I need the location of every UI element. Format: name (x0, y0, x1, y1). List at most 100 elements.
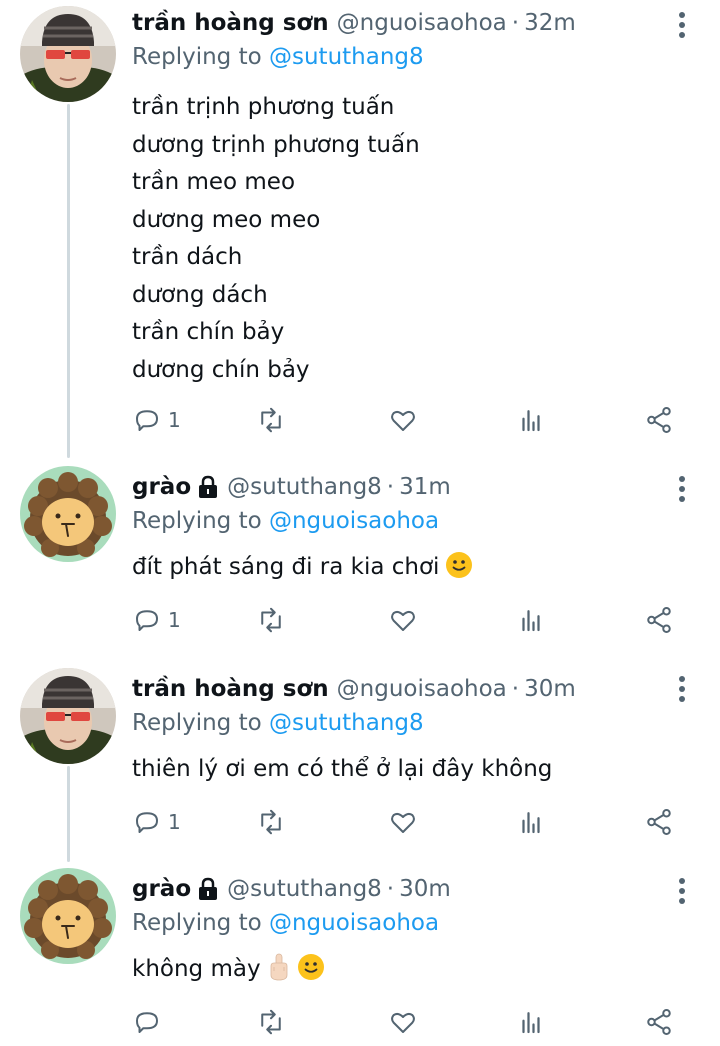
avatar[interactable] (20, 868, 116, 964)
timestamp[interactable]: 30m (524, 674, 576, 704)
like-button[interactable] (388, 604, 418, 636)
avatar[interactable] (20, 6, 116, 102)
tweet-text: đít phát sáng đi ra kia chơi (132, 549, 680, 587)
tweet[interactable]: grào @sututhang8 · 31m Replying to @nguo… (0, 458, 720, 658)
display-name[interactable]: trần hoàng sơn (132, 8, 329, 38)
tweet-text-content: không mày (132, 956, 261, 982)
tweet-text-line: trần meo meo (132, 169, 296, 195)
separator-dot: · (386, 876, 395, 902)
tweet-text-line: dương chín bảy (132, 356, 310, 383)
share-button[interactable] (644, 1006, 674, 1038)
replying-to: Replying to @sututhang8 (132, 708, 680, 738)
tweet[interactable]: trần hoàng sơn @nguoisaohoa · 32m Replyi… (0, 0, 720, 458)
retweet-icon (261, 607, 281, 633)
share-button[interactable] (644, 404, 674, 436)
views-button[interactable] (516, 806, 546, 838)
heart-icon (391, 610, 415, 631)
reply-count: 1 (168, 408, 181, 432)
reply-button[interactable]: 1 (132, 806, 181, 838)
lion-avatar-image (20, 466, 116, 562)
replying-prefix: Replying to (132, 710, 262, 736)
retweet-button[interactable] (256, 604, 286, 636)
share-button[interactable] (644, 604, 674, 636)
lock-icon (199, 877, 218, 900)
tweet-text: không mày (132, 951, 680, 989)
timestamp[interactable]: 31m (399, 472, 451, 502)
display-name[interactable]: grào (132, 874, 191, 904)
lock-icon (199, 475, 218, 498)
tweet-text-line: thiên lý ơi em có thể ở lại đây không (132, 756, 553, 782)
tweet-text-line: trần trịnh phương tuấn (132, 94, 395, 120)
views-button[interactable] (516, 604, 546, 636)
like-button[interactable] (388, 1006, 418, 1038)
user-handle[interactable]: @sututhang8 (227, 472, 382, 502)
reply-button[interactable]: 1 (132, 604, 181, 636)
user-handle[interactable]: @nguoisaohoa (337, 8, 507, 38)
retweet-icon (261, 407, 281, 433)
lion-avatar-image (20, 868, 116, 964)
middle-finger-emoji (270, 953, 287, 981)
reply-icon (136, 410, 158, 431)
user-handle[interactable]: @sututhang8 (227, 874, 382, 904)
reply-button[interactable]: 1 (132, 404, 181, 436)
slightly-smiling-face-emoji (297, 954, 324, 980)
replying-to-handle[interactable]: @sututhang8 (269, 710, 424, 736)
separator-dot: · (511, 10, 520, 36)
replying-to: Replying to @nguoisaohoa (132, 908, 680, 938)
timestamp[interactable]: 30m (399, 874, 451, 904)
share-icon (647, 1009, 671, 1035)
tweet-text: trần trịnh phương tuấn dương trịnh phươn… (132, 89, 680, 389)
analytics-icon (522, 812, 540, 834)
replying-prefix: Replying to (132, 44, 262, 70)
analytics-icon (522, 1012, 540, 1034)
retweet-button[interactable] (256, 1006, 286, 1038)
avatar[interactable] (20, 668, 116, 764)
tweet-text-line: trần dách (132, 244, 243, 270)
tweet-text-line: dương trịnh phương tuấn (132, 131, 420, 158)
reply-icon (136, 812, 158, 833)
separator-dot: · (511, 676, 520, 702)
tweet-text-content: đít phát sáng đi ra kia chơi (132, 554, 440, 580)
retweet-icon (261, 1009, 281, 1035)
retweet-icon (261, 809, 281, 835)
like-button[interactable] (388, 806, 418, 838)
person-avatar-image (20, 6, 116, 102)
replying-to: Replying to @nguoisaohoa (132, 506, 680, 536)
timestamp[interactable]: 32m (524, 8, 576, 38)
heart-icon (391, 410, 415, 431)
retweet-button[interactable] (256, 404, 286, 436)
heart-icon (391, 812, 415, 833)
display-name[interactable]: grào (132, 472, 191, 502)
tweet-text-line: trần chín bảy (132, 319, 285, 345)
retweet-button[interactable] (256, 806, 286, 838)
replying-to-handle[interactable]: @nguoisaohoa (269, 508, 439, 534)
tweet-text-line: không mày (132, 951, 680, 989)
tweet-text-line: dương meo meo (132, 206, 321, 233)
replying-to: Replying to @sututhang8 (132, 42, 680, 72)
replying-to-handle[interactable]: @nguoisaohoa (269, 910, 439, 936)
replying-prefix: Replying to (132, 910, 262, 936)
reply-button[interactable] (132, 1006, 168, 1038)
separator-dot: · (386, 474, 395, 500)
tweet[interactable]: grào @sututhang8 · 30m Replying to @nguo… (0, 860, 720, 1046)
like-button[interactable] (388, 404, 418, 436)
reply-icon (136, 610, 158, 631)
share-icon (647, 407, 671, 433)
views-button[interactable] (516, 404, 546, 436)
reply-count: 1 (168, 608, 181, 632)
heart-icon (391, 1012, 415, 1033)
share-button[interactable] (644, 806, 674, 838)
tweet[interactable]: trần hoàng sơn @nguoisaohoa · 30m Replyi… (0, 658, 720, 860)
avatar[interactable] (20, 466, 116, 562)
user-handle[interactable]: @nguoisaohoa (337, 674, 507, 704)
share-icon (647, 809, 671, 835)
person-avatar-image (20, 668, 116, 764)
reply-icon (136, 1012, 158, 1033)
share-icon (647, 607, 671, 633)
display-name[interactable]: trần hoàng sơn (132, 674, 329, 704)
analytics-icon (522, 610, 540, 632)
replying-to-handle[interactable]: @sututhang8 (269, 44, 424, 70)
slightly-smiling-face-emoji (446, 552, 473, 578)
analytics-icon (522, 410, 540, 432)
views-button[interactable] (516, 1006, 546, 1038)
